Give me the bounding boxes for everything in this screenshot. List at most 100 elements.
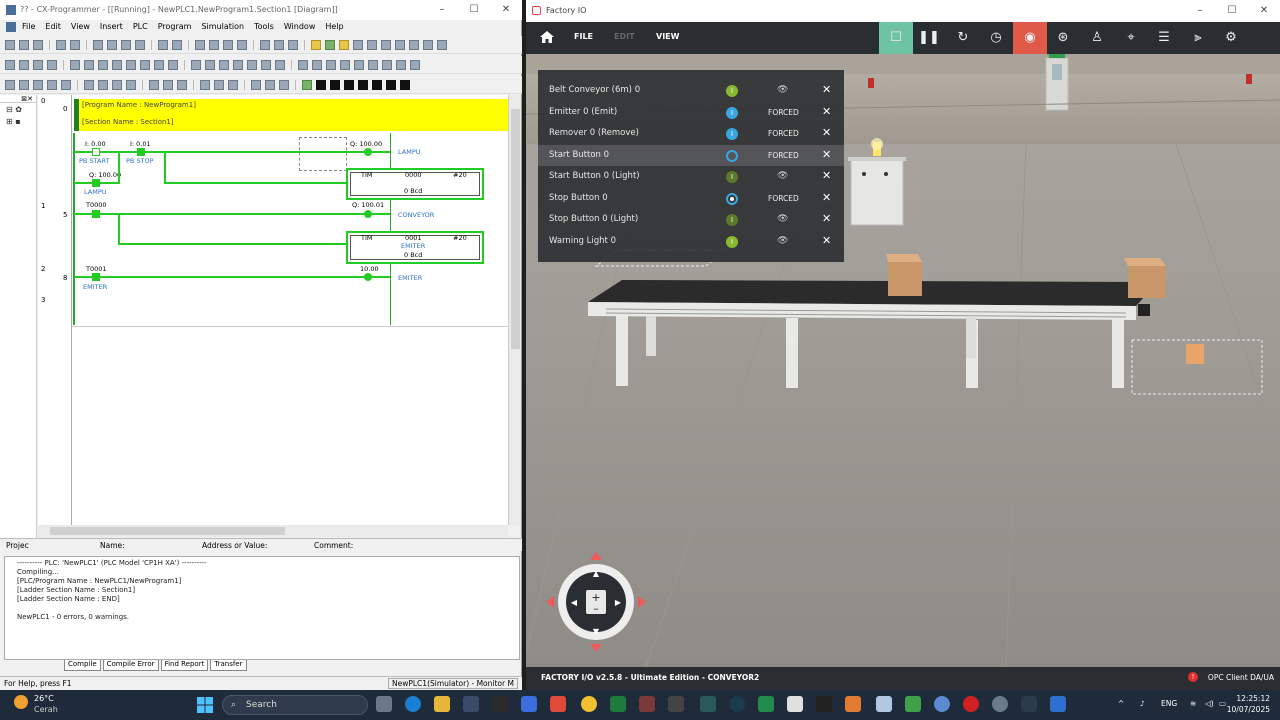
tag-row[interactable]: Start Button 0 (Light) I 👁 ✕: [538, 166, 844, 187]
paste-icon[interactable]: [121, 39, 131, 50]
menu-insert[interactable]: Insert: [100, 20, 123, 34]
step-icon[interactable]: [372, 79, 382, 90]
record-icon[interactable]: [963, 696, 979, 712]
camera-icon[interactable]: ◉: [1013, 22, 1047, 54]
menu-simulation[interactable]: Simulation: [201, 20, 244, 34]
app-icon[interactable]: [668, 696, 684, 712]
eye-icon[interactable]: 👁: [777, 85, 788, 95]
app-icon[interactable]: [876, 696, 892, 712]
explorer-icon[interactable]: [434, 696, 450, 712]
volume-icon[interactable]: ◁): [1205, 699, 1214, 708]
pause-icon[interactable]: [330, 79, 340, 90]
tab-compile-error[interactable]: Compile Error: [102, 660, 159, 671]
window-icon[interactable]: [61, 79, 71, 90]
close-panel-icon[interactable]: ⊠✕: [21, 95, 33, 103]
display-16-icon[interactable]: [163, 79, 173, 90]
tool-icon[interactable]: [423, 39, 433, 50]
edge-icon[interactable]: [405, 696, 421, 712]
minimize-icon[interactable]: –: [426, 0, 458, 20]
tool-icon[interactable]: [339, 39, 349, 50]
person-icon[interactable]: ♙: [1080, 22, 1114, 54]
context-help-icon[interactable]: [288, 39, 298, 50]
tool-icon[interactable]: [437, 39, 447, 50]
run-icon[interactable]: [302, 79, 312, 90]
online-icon[interactable]: [214, 79, 224, 90]
sensor-icon[interactable]: ⫸: [1181, 22, 1215, 54]
instruction-icon[interactable]: [261, 59, 271, 70]
weather-temp[interactable]: 26°C: [34, 694, 54, 703]
stop-square-icon[interactable]: ☐: [879, 22, 913, 54]
menu-program[interactable]: Program: [158, 20, 192, 34]
maximize-icon[interactable]: ☐: [458, 0, 490, 20]
tag-indicator[interactable]: [726, 193, 738, 205]
open-icon[interactable]: [19, 39, 29, 50]
aperture-icon[interactable]: ⊛: [1046, 22, 1080, 54]
app-icon[interactable]: [934, 696, 950, 712]
contact-icon[interactable]: [98, 59, 108, 70]
online-icon[interactable]: [228, 79, 238, 90]
app-icon[interactable]: [463, 696, 479, 712]
warning-icon[interactable]: !: [1188, 672, 1198, 682]
instruction-icon[interactable]: [275, 59, 285, 70]
ladder-horizontal-scrollbar[interactable]: [38, 525, 508, 537]
close-icon[interactable]: ✕: [822, 126, 831, 139]
contact-icon[interactable]: [70, 59, 80, 70]
driver-label[interactable]: OPC Client DA/UA: [1208, 673, 1274, 682]
tree-expand-icon[interactable]: ⊟ ✿: [6, 105, 22, 114]
window-icon[interactable]: [33, 79, 43, 90]
chrome-icon[interactable]: [581, 696, 597, 712]
instruction-icon[interactable]: [233, 59, 243, 70]
tool-icon[interactable]: [195, 39, 205, 50]
contact-icon[interactable]: [140, 59, 150, 70]
ladder-vertical-scrollbar[interactable]: [508, 95, 521, 525]
tag-indicator[interactable]: I: [726, 236, 738, 248]
app-icon[interactable]: [521, 696, 537, 712]
menu-window[interactable]: Window: [284, 20, 316, 34]
clock-date[interactable]: 10/07/2025: [1226, 705, 1270, 714]
tag-row[interactable]: Emitter 0 (Emit) I FORCED ✕: [538, 102, 844, 123]
lampu-coil[interactable]: [364, 148, 372, 156]
app-icon[interactable]: [905, 696, 921, 712]
zoom-out-icon[interactable]: [33, 59, 43, 70]
fast-forward-icon[interactable]: [386, 79, 396, 90]
excel-icon[interactable]: [610, 696, 626, 712]
contact-icon[interactable]: [154, 59, 164, 70]
online-icon[interactable]: [200, 79, 210, 90]
close-icon[interactable]: ✕: [1248, 0, 1280, 22]
clock-time[interactable]: 12:25:12: [1226, 694, 1270, 703]
close-icon[interactable]: ✕: [822, 212, 831, 225]
app-icon[interactable]: [845, 696, 861, 712]
tag-indicator[interactable]: [726, 150, 738, 162]
menu-view[interactable]: VIEW: [656, 32, 679, 41]
new-icon[interactable]: [5, 39, 15, 50]
contact-icon[interactable]: [168, 59, 178, 70]
warning-icon[interactable]: [311, 39, 321, 50]
save-icon[interactable]: [33, 39, 43, 50]
eye-icon[interactable]: 👁: [777, 214, 788, 224]
t0001-contact[interactable]: [92, 273, 100, 281]
tag-indicator[interactable]: I: [726, 85, 738, 97]
app-icon[interactable]: [492, 696, 508, 712]
task-view-icon[interactable]: [376, 696, 392, 712]
copy-icon[interactable]: [107, 39, 117, 50]
tool-icon[interactable]: [409, 39, 419, 50]
zoom-icon[interactable]: [47, 59, 57, 70]
close-icon[interactable]: ✕: [822, 105, 831, 118]
coil-icon[interactable]: [205, 59, 215, 70]
zoom-in-icon[interactable]: [19, 59, 29, 70]
grid-icon[interactable]: [98, 79, 108, 90]
instruction-icon[interactable]: [247, 59, 257, 70]
tool-icon[interactable]: [353, 39, 363, 50]
microphone-icon[interactable]: ♪: [1140, 699, 1145, 708]
tool-icon[interactable]: [368, 59, 378, 70]
tool-icon[interactable]: [237, 39, 247, 50]
preview-icon[interactable]: [70, 39, 80, 50]
tag-row[interactable]: Belt Conveyor (6m) 0 I 👁 ✕: [538, 80, 844, 101]
tool-icon[interactable]: [367, 39, 377, 50]
close-icon[interactable]: ✕: [822, 169, 831, 182]
tool-icon[interactable]: [410, 59, 420, 70]
help-icon[interactable]: [274, 39, 284, 50]
close-icon[interactable]: ✕: [822, 191, 831, 204]
line-icon[interactable]: [191, 59, 201, 70]
tag-indicator[interactable]: I: [726, 107, 738, 119]
